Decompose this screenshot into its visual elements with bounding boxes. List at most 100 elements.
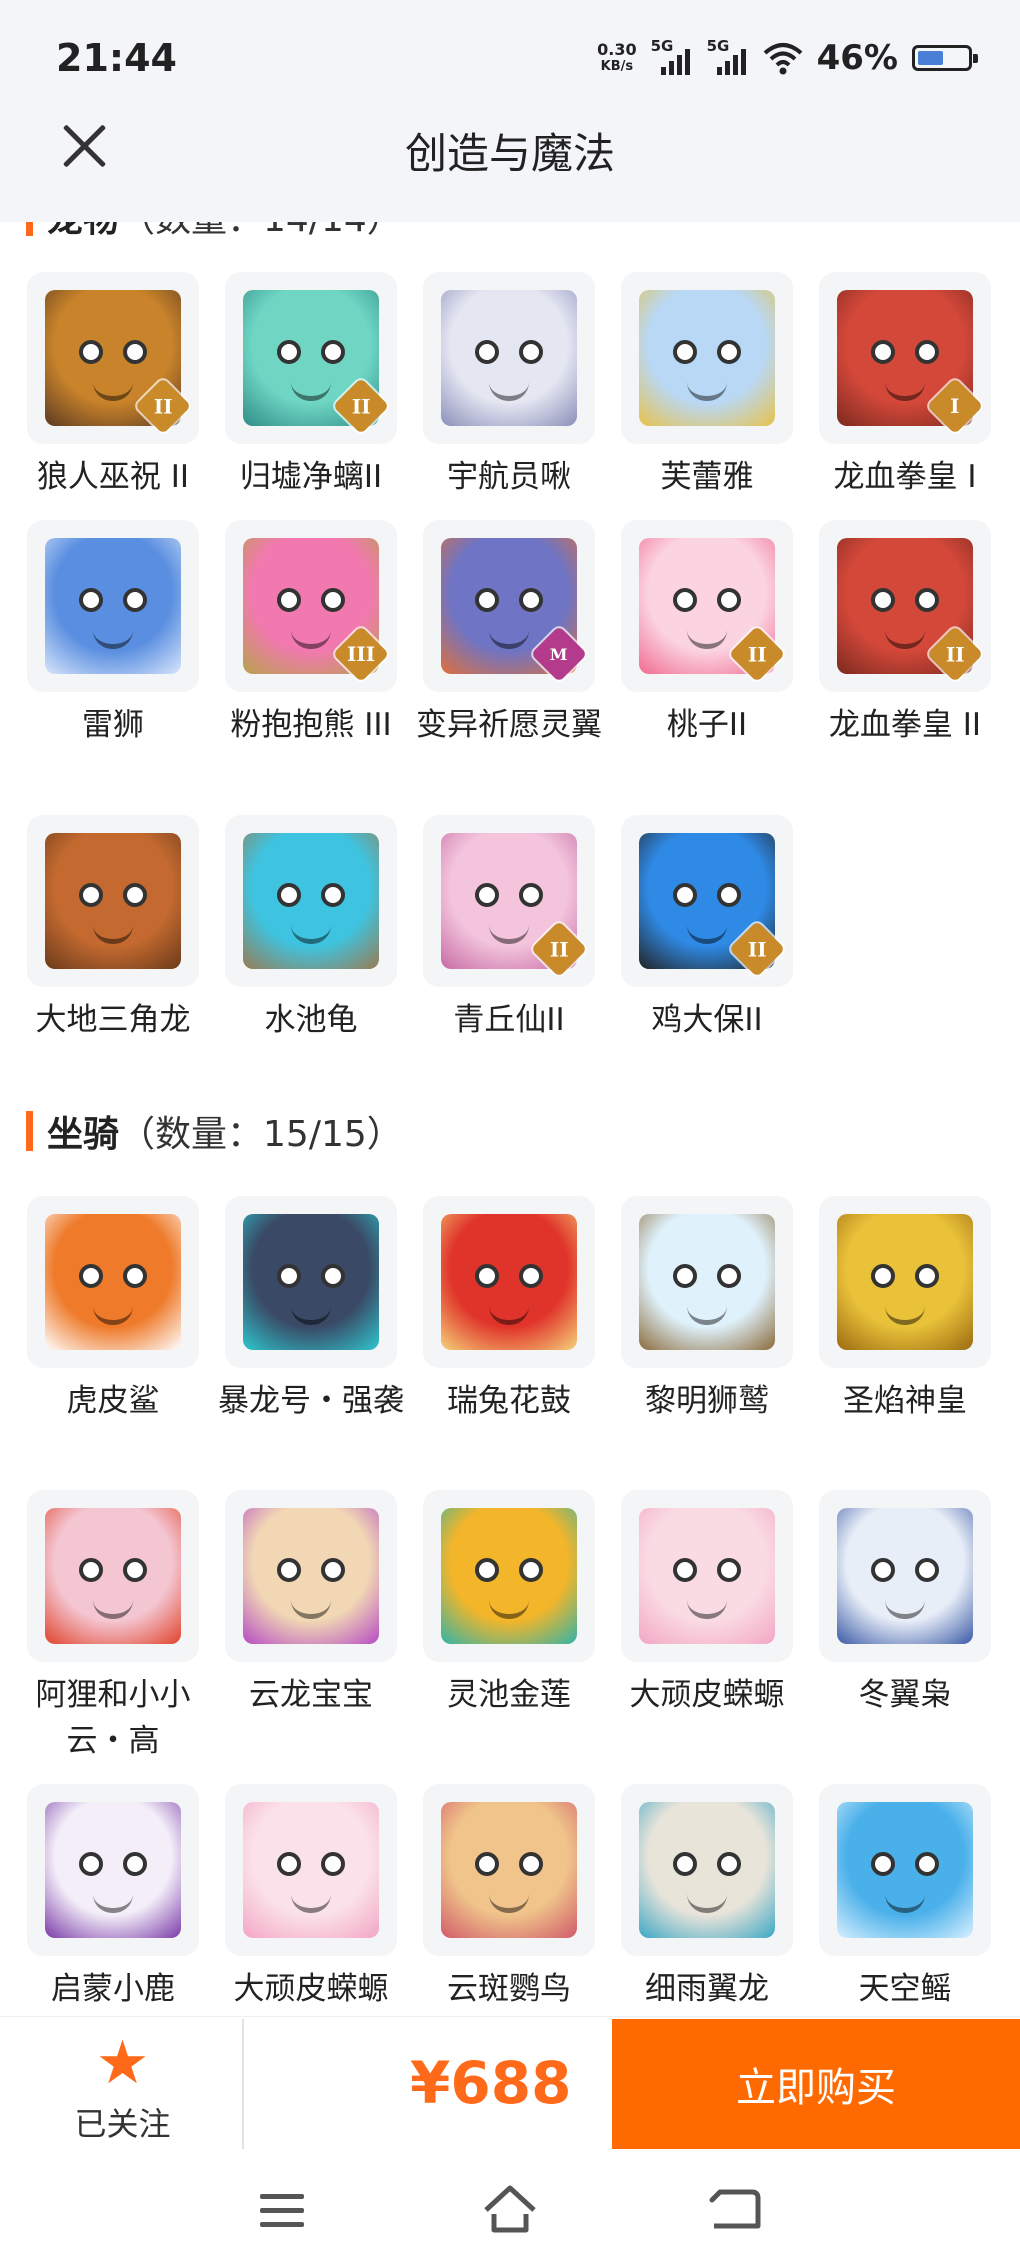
item-card[interactable]: 大地三角龙 [15,815,211,1043]
item-card[interactable]: 圣焰神皇 [807,1196,1003,1424]
item-name: 虎皮鲨 [66,1383,160,1419]
item-artwork [837,1214,973,1350]
item-card[interactable]: 启蒙小鹿 [15,1784,211,2010]
item-thumbnail [27,520,199,692]
item-card[interactable]: I 龙血拳皇 I [807,272,1003,500]
item-card[interactable]: 细雨翼龙 [609,1784,805,2010]
tier-badge-label: M [550,644,568,664]
item-thumbnail [225,1784,397,1956]
follow-button[interactable]: ★ 已关注 [40,2031,205,2145]
item-artwork [837,1802,973,1938]
item-thumbnail [621,1196,793,1368]
item-artwork [639,1802,775,1938]
section-count: （数量：15/15） [119,1114,403,1155]
item-card[interactable]: 瑞兔花鼓 [411,1196,607,1424]
item-name: 大地三角龙 [35,1002,191,1038]
item-name: 归墟净螭II [239,459,383,495]
item-card[interactable]: 暴龙号・强袭 [213,1196,409,1424]
item-thumbnail: II [819,520,991,692]
home-icon[interactable] [480,2180,540,2240]
item-card[interactable]: M 变异祈愿灵翼 [411,520,607,748]
item-card[interactable]: 大顽皮蝾螈 [213,1784,409,2010]
signal-label: 5G [706,37,730,55]
item-name: 暴龙号・强袭 [218,1383,404,1419]
item-card[interactable]: II 龙血拳皇 II [807,520,1003,748]
item-card[interactable]: 云龙宝宝 [213,1490,409,1718]
item-card[interactable]: 大顽皮蝾螈 [609,1490,805,1718]
item-thumbnail: I [819,272,991,444]
item-thumbnail [225,815,397,987]
item-artwork [639,1214,775,1350]
tier-badge-label: II [747,642,767,666]
network-speed-value: 0.30 [597,40,637,59]
item-thumbnail [819,1196,991,1368]
item-thumbnail [225,1196,397,1368]
item-card[interactable]: II 鸡大保II [609,815,805,1043]
item-name: 粉抱抱熊 III [230,707,392,743]
item-name: 瑞兔花鼓 [447,1383,571,1419]
status-time: 21:44 [56,36,177,80]
item-thumbnail: III [225,520,397,692]
item-card[interactable]: 黎明狮鹫 [609,1196,805,1424]
item-card[interactable]: 阿狸和小小云・高 [15,1490,211,1764]
item-name: 桃子II [666,707,748,743]
item-card[interactable]: II 青丘仙II [411,815,607,1043]
item-thumbnail [27,1490,199,1662]
section-accent-bar [26,1111,33,1151]
item-artwork [45,1214,181,1350]
item-thumbnail [423,1784,595,1956]
item-card[interactable]: 芙蕾雅 [609,272,805,500]
item-thumbnail [819,1490,991,1662]
signal-icon: 5G [651,37,693,75]
item-name: 水池龟 [264,1002,358,1038]
back-icon[interactable] [706,2180,766,2240]
item-thumbnail [621,1490,793,1662]
item-name: 鸡大保II [651,1002,763,1038]
item-thumbnail: II [621,815,793,987]
item-card[interactable]: 灵池金莲 [411,1490,607,1718]
tier-badge-label: II [549,937,569,961]
item-thumbnail [621,1784,793,1956]
item-name: 启蒙小鹿 [51,1971,175,2007]
item-card[interactable]: 虎皮鲨 [15,1196,211,1424]
item-thumbnail: II [621,520,793,692]
item-card[interactable]: 冬翼枭 [807,1490,1003,1718]
item-card[interactable]: II 归墟净螭II [213,272,409,500]
item-card[interactable]: II 桃子II [609,520,805,748]
item-name: 龙血拳皇 II [828,707,982,743]
signal-label: 5G [650,37,674,55]
item-card[interactable]: III 粉抱抱熊 III [213,520,409,748]
item-name: 黎明狮鹫 [645,1383,769,1419]
menu-icon[interactable] [252,2180,312,2240]
item-name: 细雨翼龙 [645,1971,769,2007]
signal-icon: 5G [707,37,749,75]
buy-now-button[interactable]: 立即购买 [612,2019,1020,2149]
item-card[interactable]: 云斑鹦鸟 [411,1784,607,2010]
item-artwork [243,833,379,969]
item-card[interactable]: II 狼人巫祝 II [15,272,211,500]
item-name: 云斑鹦鸟 [447,1971,571,2007]
item-name: 芙蕾雅 [660,459,754,495]
item-name: 灵池金莲 [447,1677,571,1713]
follow-label: 已关注 [74,2105,171,2143]
item-artwork [45,1802,181,1938]
item-card[interactable]: 天空鳐 [807,1784,1003,2010]
content-scroll[interactable]: 宠物 （数量：14/14） II狼人巫祝 IIII归墟净螭II宇航员啾芙蕾雅I龙… [0,0,1020,2010]
item-card[interactable]: 宇航员啾 [411,272,607,500]
item-name: 宇航员啾 [447,459,571,495]
item-name: 冬翼枭 [858,1677,952,1713]
item-thumbnail: II [225,272,397,444]
page-title: 创造与魔法 [404,129,615,178]
bottom-action-bar: ★ 已关注 ¥688 立即购买 [0,2016,1020,2151]
item-artwork [639,1508,775,1644]
tier-badge-label: II [945,642,965,666]
item-card[interactable]: 水池龟 [213,815,409,1043]
battery-icon [912,45,978,71]
item-artwork [639,290,775,426]
item-card[interactable]: 雷狮 [15,520,211,748]
item-artwork [45,833,181,969]
item-thumbnail [27,1784,199,1956]
item-artwork [243,1214,379,1350]
item-thumbnail [621,272,793,444]
tier-badge-label: I [950,393,960,418]
